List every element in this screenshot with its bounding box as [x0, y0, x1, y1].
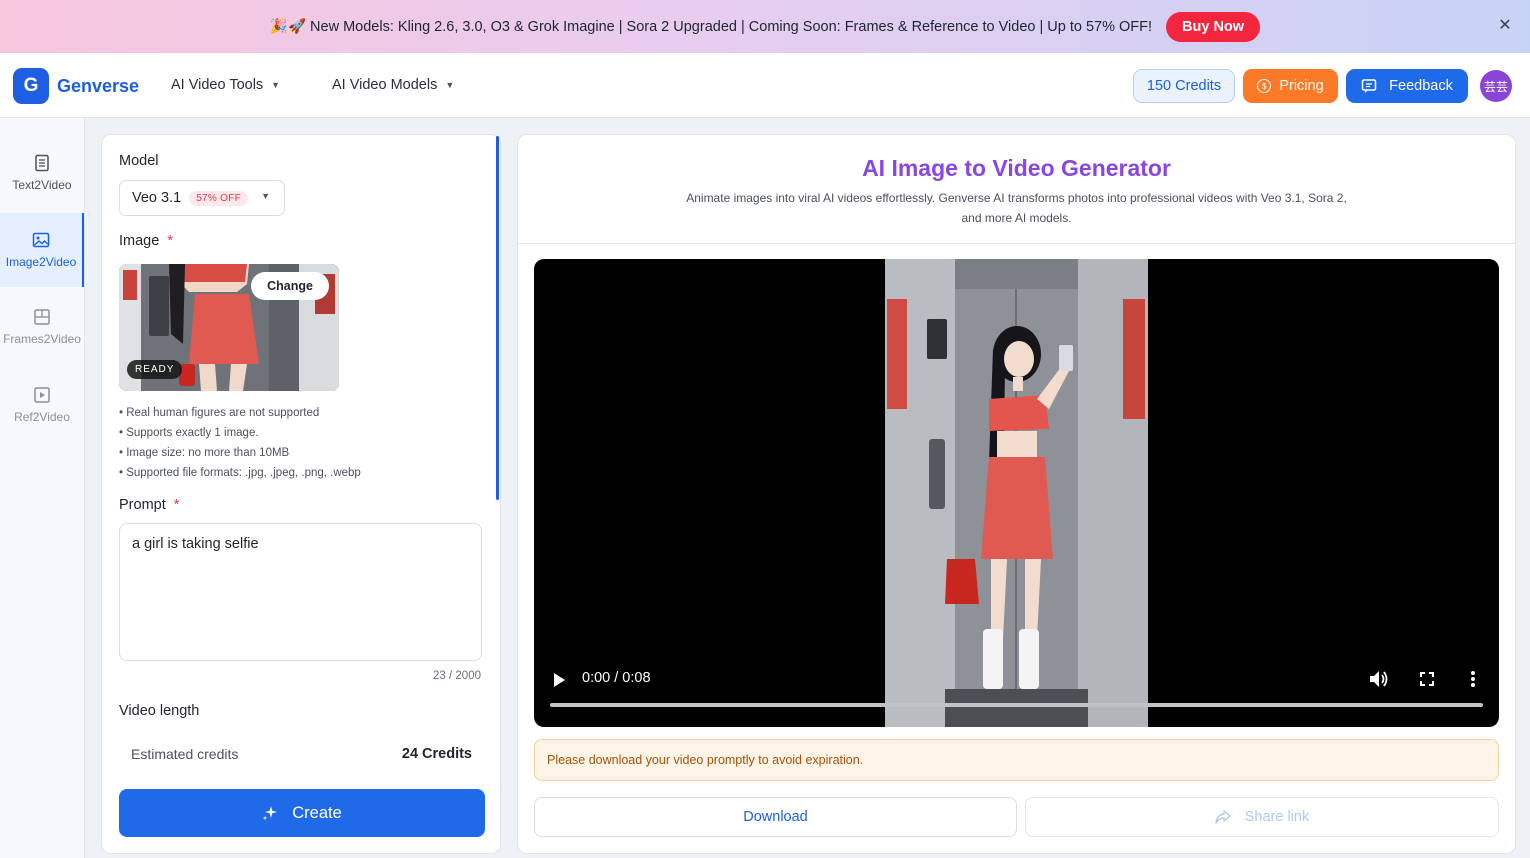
volume-icon[interactable] [1369, 670, 1389, 688]
close-icon[interactable]: ✕ [1494, 14, 1516, 36]
chevron-down-icon: ▼ [261, 191, 270, 201]
coin-icon: $ [1257, 79, 1272, 93]
note-item: • Supported file formats: .jpg, .jpeg, .… [119, 467, 361, 479]
player-time: 0:00 / 0:08 [582, 670, 651, 686]
nav-ai-video-tools[interactable]: AI Video Tools ▼ [171, 77, 280, 93]
share-label: Share link [1244, 809, 1310, 825]
top-header: G Genverse AI Video Tools ▼ AI Video Mod… [0, 53, 1530, 118]
estimated-credits-value: 24 Credits [401, 746, 472, 762]
required-mark: * [173, 497, 180, 513]
page-title: AI Image to Video Generator [862, 155, 1171, 181]
generation-form: Model Veo 3.1 57% OFF ▼ Image * Change RE… [101, 134, 501, 854]
progress-track[interactable] [550, 703, 1483, 707]
more-options-icon[interactable] [1470, 670, 1476, 688]
play-box-icon [34, 387, 50, 403]
model-select[interactable]: Veo 3.1 57% OFF ▼ [119, 180, 285, 216]
form-scrollbar[interactable] [496, 136, 499, 500]
sidebar-item-label: Image2Video [5, 255, 77, 269]
image-requirements: • Real human figures are not supported •… [119, 403, 361, 483]
note-item: • Real human figures are not supported [119, 407, 320, 419]
feedback-label: Feedback [1389, 78, 1453, 94]
pricing-label: Pricing [1279, 78, 1324, 94]
chevron-down-icon: ▼ [445, 80, 455, 90]
frames-icon [34, 309, 50, 325]
pricing-button[interactable]: $ Pricing [1243, 69, 1338, 103]
sidebar-item-image2video[interactable]: Image2Video [0, 213, 84, 287]
prompt-counter: 23 / 2000 [433, 670, 481, 682]
required-mark: * [167, 233, 173, 249]
estimated-credits-row: Estimated credits 24 Credits [119, 733, 484, 775]
document-icon [35, 154, 49, 172]
avatar[interactable]: 芸芸 [1480, 70, 1512, 102]
logo-mark: G [13, 68, 49, 104]
credits-badge[interactable]: 150 Credits [1133, 69, 1235, 103]
sidebar-item-label: Frames2Video [3, 332, 81, 346]
message-icon [1361, 79, 1377, 93]
promo-text: 🎉🚀 New Models: Kling 2.6, 3.0, O3 & Grok… [269, 19, 1153, 35]
nav-label: AI Video Tools [171, 77, 264, 93]
expiration-notice: Please download your video promptly to a… [534, 739, 1499, 781]
buy-now-button[interactable]: Buy Now [1166, 11, 1261, 42]
sidebar: Text2Video Image2Video Frames2Video Ref2… [0, 118, 85, 858]
share-icon [1215, 810, 1231, 824]
brand-name: Genverse [57, 75, 140, 96]
result-panel: AI Image to Video Generator Animate imag… [517, 134, 1516, 854]
create-label: Create [292, 803, 342, 822]
prompt-label: Prompt * [119, 497, 179, 513]
image-preview[interactable]: Change READY [119, 264, 339, 391]
feedback-button[interactable]: Feedback [1346, 69, 1468, 103]
sidebar-item-label: Ref2Video [14, 410, 70, 424]
image-label-text: Image [119, 233, 160, 249]
promo-banner: 🎉🚀 New Models: Kling 2.6, 3.0, O3 & Grok… [0, 0, 1530, 53]
logo[interactable]: G Genverse [13, 68, 139, 104]
nav-ai-video-models[interactable]: AI Video Models ▼ [332, 77, 454, 93]
sidebar-item-text2video[interactable]: Text2Video [0, 136, 84, 210]
estimated-credits-label: Estimated credits [131, 746, 239, 762]
ready-badge: READY [127, 360, 183, 379]
discount-badge: 57% OFF [189, 190, 249, 206]
page-description: Animate images into viral AI videos effo… [686, 191, 1347, 225]
fullscreen-icon[interactable] [1420, 672, 1434, 686]
image-label: Image * [119, 233, 173, 249]
divider [518, 243, 1515, 244]
player-controls: 0:00 / 0:08 [534, 659, 1499, 727]
sparkle-icon [263, 806, 278, 820]
note-item: • Image size: no more than 10MB [119, 447, 290, 459]
sidebar-item-ref2video[interactable]: Ref2Video [0, 368, 84, 442]
nav-label: AI Video Models [332, 77, 438, 93]
sidebar-item-frames2video[interactable]: Frames2Video [0, 290, 84, 364]
play-icon[interactable] [552, 672, 566, 688]
sidebar-item-label: Text2Video [12, 178, 72, 192]
video-player[interactable]: 0:00 / 0:08 [534, 259, 1499, 727]
model-value: Veo 3.1 [132, 190, 182, 206]
note-item: • Supports exactly 1 image. [119, 427, 259, 439]
share-link-button[interactable]: Share link [1025, 797, 1499, 837]
prompt-label-text: Prompt [119, 497, 166, 513]
video-length-label: Video length [119, 703, 200, 719]
chevron-down-icon: ▼ [271, 80, 281, 90]
model-label: Model [119, 153, 159, 169]
change-image-button[interactable]: Change [251, 272, 329, 300]
create-button[interactable]: Create [119, 789, 485, 837]
download-button[interactable]: Download [534, 797, 1017, 837]
image-icon [32, 232, 50, 248]
prompt-textarea[interactable]: a girl is taking selfie [119, 523, 482, 661]
video-frame [885, 259, 1148, 727]
